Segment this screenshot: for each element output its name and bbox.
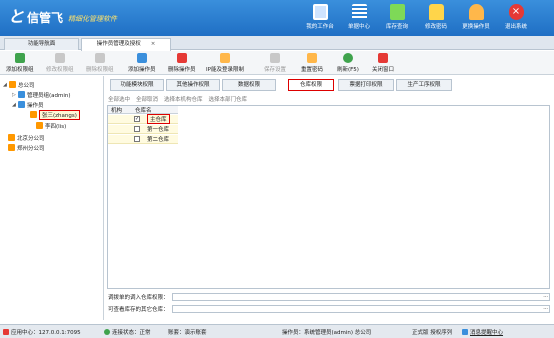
table-row[interactable]: 第一仓库 [108, 125, 178, 134]
nav-my-workspace[interactable]: 我的工作台 [303, 4, 337, 30]
tab-function-permission[interactable]: 功能模块权限 [110, 79, 164, 91]
status-operator: 操作员：系统管理员(admin) 总公司 [282, 330, 372, 336]
nav-inventory-query[interactable]: 库存查询 [380, 4, 414, 30]
tab-warehouse-permission[interactable]: 仓库权限 [288, 79, 334, 91]
column-header-org: 机构 [111, 108, 123, 114]
folder-icon [8, 134, 15, 141]
default-in-warehouse-input[interactable]: ··· [171, 292, 550, 301]
refresh-icon [342, 53, 353, 63]
selection-toolbar: 全部选中 全部取消 选择本机构仓库 选择本部门仓库 [108, 94, 550, 104]
tab-other-permission[interactable]: 其他操作权限 [166, 79, 220, 91]
delete-group-button[interactable]: 删除权限组 [86, 53, 114, 73]
row-checkbox[interactable] [134, 136, 140, 142]
close-window-icon [378, 53, 388, 63]
view-other-warehouse-input[interactable]: ··· [171, 304, 550, 313]
tab-production-permission[interactable]: 生产工序权限 [396, 79, 452, 91]
user-icon [36, 122, 43, 129]
folder-icon [8, 144, 15, 151]
deselect-all-button[interactable]: 全部取消 [136, 95, 158, 103]
reset-password-button[interactable]: 重置密码 [301, 53, 323, 73]
select-dept-warehouse-button[interactable]: 选择本部门仓库 [209, 95, 248, 103]
document-icon [389, 4, 405, 20]
logo-mark: と [8, 7, 25, 26]
toolbar: 添加权限组 修改权限组 删除权限组 添加操作员 删除操作员 IP能及登录限制 保… [0, 51, 554, 75]
app-slogan: 精细化管理软件 [68, 14, 118, 23]
group-icon [18, 91, 25, 98]
tree-node-zhengzhou[interactable]: 郑州分公司 [8, 143, 45, 152]
tab-data-permission[interactable]: 数据权限 [222, 79, 276, 91]
document-tabs: 功能导航面 操作员管理及授权 × [0, 36, 554, 51]
table-row[interactable]: 第二仓库 [108, 135, 178, 144]
status-edition: 正式版 授权序列 [412, 330, 453, 336]
view-other-warehouse-field: 可查看库存的其它仓库： ··· [108, 304, 550, 313]
tab-operator-management[interactable]: 操作员管理及授权 × [81, 38, 171, 51]
warehouse-grid: 机构 仓库名 ✓ 主仓库 第一仓库 第二仓库 [107, 105, 550, 289]
nav-exit-system[interactable]: × 退出系统 [499, 4, 533, 30]
nav-document-center[interactable]: 单据中心 [342, 4, 376, 30]
close-icon: × [508, 4, 524, 20]
app-header: と 信管飞 精细化管理软件 我的工作台 单据中心 库存查询 修改密码 更换操作员… [0, 0, 554, 36]
ellipsis-icon[interactable]: ··· [543, 294, 548, 300]
key-icon [307, 53, 317, 63]
folder-icon [9, 81, 16, 88]
nav-switch-operator[interactable]: 更换操作员 [459, 4, 493, 30]
lock-icon [428, 4, 444, 20]
tab-print-permission[interactable]: 票据打印权限 [338, 79, 394, 91]
group-icon [18, 101, 25, 108]
add-icon [14, 53, 25, 63]
add-operator-button[interactable]: 添加操作员 [128, 53, 156, 73]
status-bar: 应用中心：127.0.0.1:7095 连接状态：正常 账套：演示账套 操作员：… [0, 324, 554, 338]
row-checkbox[interactable]: ✓ [134, 116, 140, 122]
edit-icon [54, 53, 65, 63]
tab-close-icon[interactable]: × [151, 41, 156, 47]
shield-icon [219, 53, 230, 63]
grid-header: 机构 仓库名 [108, 106, 178, 114]
add-group-button[interactable]: 添加权限组 [6, 53, 34, 73]
tree-node-root[interactable]: ◢ 总公司 [3, 80, 35, 89]
org-tree: ◢ 总公司 ▷ 管理员组(admin) ◢ 操作员 张三(zhangs) 李四(lis… [0, 76, 104, 320]
message-center-link[interactable]: 消息提醒中心 [462, 328, 503, 336]
edit-group-button[interactable]: 修改权限组 [46, 53, 74, 73]
add-user-icon [136, 53, 147, 63]
ip-login-limit-button[interactable]: IP能及登录限制 [206, 53, 244, 73]
status-connection: 连接状态：正常 [104, 328, 151, 336]
list-icon [351, 4, 367, 20]
ellipsis-icon[interactable]: ··· [543, 306, 548, 312]
tree-node-admin-group[interactable]: ▷ 管理员组(admin) [12, 90, 71, 99]
close-window-button[interactable]: 关闭窗口 [372, 53, 394, 73]
status-app-center: 应用中心：127.0.0.1:7095 [3, 328, 81, 336]
status-account: 账套：演示账套 [168, 330, 207, 336]
app-logo: と 信管飞 精细化管理软件 [8, 8, 117, 26]
row-checkbox[interactable] [134, 126, 140, 132]
default-in-warehouse-field: 调拨单的调入仓库权限： ··· [108, 292, 550, 301]
app-center-icon [3, 329, 9, 335]
select-org-warehouse-button[interactable]: 选择本机构仓库 [164, 95, 203, 103]
tree-node-user-zhangs[interactable]: 张三(zhangs) [30, 109, 80, 120]
tab-function-nav[interactable]: 功能导航面 [4, 38, 79, 50]
user-icon [468, 4, 484, 20]
delete-icon [94, 53, 105, 63]
user-icon [30, 111, 37, 118]
monitor-icon [312, 4, 328, 20]
tree-node-user-lis[interactable]: 李四(lis) [36, 121, 66, 130]
nav-change-password[interactable]: 修改密码 [419, 4, 453, 30]
message-icon [462, 329, 468, 335]
save-icon [270, 53, 280, 63]
tree-node-beijing[interactable]: 北京分公司 [8, 133, 45, 142]
tree-node-operator[interactable]: ◢ 操作员 [12, 100, 44, 109]
save-settings-button[interactable]: 保存设置 [264, 53, 286, 73]
column-header-warehouse: 仓库名 [135, 108, 152, 114]
refresh-button[interactable]: 刷新(F5) [337, 53, 359, 73]
connected-icon [104, 329, 110, 335]
select-all-button[interactable]: 全部选中 [108, 95, 130, 103]
app-name: 信管飞 [27, 10, 64, 25]
delete-operator-button[interactable]: 删除操作员 [168, 53, 196, 73]
table-row[interactable]: ✓ 主仓库 [108, 114, 178, 124]
delete-user-icon [176, 53, 187, 63]
